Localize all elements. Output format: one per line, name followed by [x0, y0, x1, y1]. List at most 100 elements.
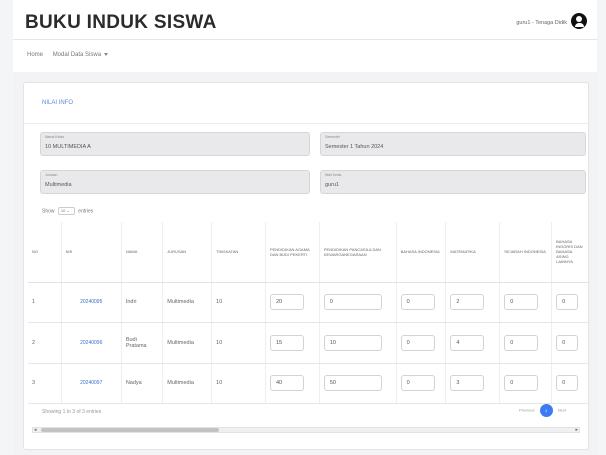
jurusan-value: Multimedia [45, 182, 72, 188]
cell-matematika: 2 [445, 282, 500, 323]
horizontal-scrollbar[interactable]: ◂ ▸ [32, 427, 580, 433]
score-input[interactable]: 10 [323, 334, 382, 351]
cell-no: 1 [28, 282, 62, 323]
cell-sejarah: 0 [499, 322, 552, 364]
table-info: Showing 1 to 3 of 3 entries [42, 409, 102, 415]
col-indonesia[interactable]: BAHASA INDONESIA [395, 222, 446, 283]
kelas-field: Nama Kelas 10 MULTIMEDIA A [40, 132, 310, 156]
kelas-label: Nama Kelas [45, 135, 65, 139]
cell-tingkatan: 10 [211, 322, 266, 364]
nilai-table: NO NIS NAMA JURUSAN TINGKATAN PENDIDIKAN… [28, 222, 588, 404]
show-suffix: entries [78, 208, 94, 215]
pager-next[interactable]: Next [558, 408, 566, 413]
col-inggris[interactable]: BAHASA INGGRIS DAN BAHASA ASING LAINNYA [551, 222, 588, 283]
col-jurusan[interactable]: JURUSAN [162, 222, 212, 283]
entries-select[interactable]: 10 ⌄ [57, 207, 75, 215]
col-agama[interactable]: PENDIDIKAN AGAMA DAN BUDI PEKERTI [264, 222, 320, 283]
scroll-right-icon[interactable]: ▸ [575, 427, 578, 433]
cell-indonesia: 0 [395, 322, 446, 364]
score-input[interactable]: 40 [269, 375, 304, 392]
col-tingkatan[interactable]: TINGKATAN [211, 222, 266, 283]
semester-label: Semester [325, 135, 340, 139]
score-input[interactable]: 0 [504, 375, 539, 392]
score-input[interactable]: 50 [323, 375, 382, 392]
cell-nama: Nadya [120, 363, 163, 404]
user-name[interactable]: guru1 - Tenaga Didik [516, 20, 567, 26]
score-input[interactable]: 0 [400, 294, 435, 311]
top-bar: BUKU INDUK SISWA guru1 - Tenaga Didik [13, 0, 597, 40]
entries-value: 10 [60, 208, 66, 213]
table-row: 3 20240097 Nadya Multimedia 10 40 50 0 3… [28, 363, 588, 404]
nav-modal-data-siswa[interactable]: Modal Data Siswa [53, 52, 116, 58]
wali-value: guru1 [325, 182, 340, 188]
cell-sejarah: 0 [499, 282, 552, 323]
score-input[interactable]: 0 [504, 294, 539, 311]
cell-pancasila: 50 [318, 363, 397, 404]
score-input[interactable]: 0 [400, 334, 435, 351]
table-row: 2 20240096 Budi Pratama Multimedia 10 15… [28, 322, 588, 364]
nav-modal-label: Modal Data Siswa [52, 52, 102, 58]
score-input[interactable]: 0 [504, 334, 539, 351]
cell-indonesia: 0 [395, 363, 446, 404]
cell-sejarah: 0 [499, 363, 552, 404]
pager-previous[interactable]: Previous [519, 408, 535, 413]
card-title: NILAI INFO [42, 100, 74, 106]
cell-no: 3 [28, 363, 62, 404]
col-nis[interactable]: NIS [60, 222, 122, 283]
nilai-card: NILAI INFO Nama Kelas 10 MULTIMEDIA A Se… [23, 82, 589, 450]
show-entries: Show 10 ⌄ entries [42, 207, 93, 215]
semester-value: Semester 1 Tahun 2024 [325, 144, 384, 150]
table-row: 1 20240095 Indri Multimedia 10 20 0 0 2 … [28, 282, 588, 323]
semester-field: Semester Semester 1 Tahun 2024 [320, 132, 586, 156]
cell-nis-link[interactable]: 20240097 [60, 363, 122, 404]
cell-jurusan: Multimedia [162, 322, 212, 364]
pagination: Previous 1 Next [519, 404, 566, 417]
score-input[interactable]: 0 [400, 375, 435, 392]
cell-tingkatan: 10 [211, 282, 266, 323]
cell-inggris: 0 [551, 282, 588, 323]
cell-nis-link[interactable]: 20240095 [60, 282, 122, 323]
score-input[interactable]: 15 [269, 334, 304, 351]
score-input[interactable]: 0 [556, 334, 579, 351]
score-input[interactable]: 0 [323, 294, 382, 311]
cell-indonesia: 0 [395, 282, 446, 323]
score-input[interactable]: 0 [556, 294, 579, 311]
cell-inggris: 0 [551, 363, 588, 404]
main-area: NILAI INFO Nama Kelas 10 MULTIMEDIA A Se… [13, 72, 597, 455]
col-sejarah[interactable]: SEJARAH INDONESIA [499, 222, 552, 283]
cell-pancasila: 10 [318, 322, 397, 364]
cell-no: 2 [28, 322, 62, 364]
wali-field: Wali Kelas guru1 [320, 170, 586, 194]
cell-tingkatan: 10 [211, 363, 266, 404]
col-pancasila[interactable]: PENDIDIKAN PANCASILA DAN KEWARGANEGARAAN [318, 222, 397, 283]
score-input[interactable]: 0 [556, 375, 579, 392]
divider [24, 123, 588, 124]
cell-agama: 40 [264, 363, 320, 404]
chevron-down-icon [104, 52, 109, 56]
app-window: BUKU INDUK SISWA guru1 - Tenaga Didik Ho… [13, 0, 597, 455]
scroll-thumb[interactable] [41, 428, 219, 432]
cell-agama: 15 [264, 322, 320, 364]
cell-pancasila: 0 [318, 282, 397, 323]
col-no[interactable]: NO [28, 222, 62, 283]
col-nama[interactable]: NAMA [120, 222, 163, 283]
pager-page-1[interactable]: 1 [539, 404, 553, 417]
cell-agama: 20 [264, 282, 320, 323]
nav-bar: Home Modal Data Siswa [27, 52, 124, 58]
cell-nis-link[interactable]: 20240096 [60, 322, 122, 364]
table-header-row: NO NIS NAMA JURUSAN TINGKATAN PENDIDIKAN… [28, 222, 588, 283]
avatar-icon[interactable] [571, 13, 587, 29]
col-matematika[interactable]: MATEMATIKA [445, 222, 500, 283]
cell-nama: Budi Pratama [120, 322, 163, 364]
cell-jurusan: Multimedia [162, 282, 212, 323]
score-input[interactable]: 20 [269, 294, 304, 311]
cell-inggris: 0 [551, 322, 588, 364]
cell-matematika: 4 [445, 322, 500, 364]
score-input[interactable]: 4 [450, 334, 485, 351]
cell-jurusan: Multimedia [162, 363, 212, 404]
score-input[interactable]: 3 [450, 375, 485, 392]
score-input[interactable]: 2 [450, 294, 485, 311]
scroll-left-icon[interactable]: ◂ [34, 427, 37, 433]
nav-home[interactable]: Home [27, 52, 43, 58]
cell-nama: Indri [120, 282, 163, 323]
